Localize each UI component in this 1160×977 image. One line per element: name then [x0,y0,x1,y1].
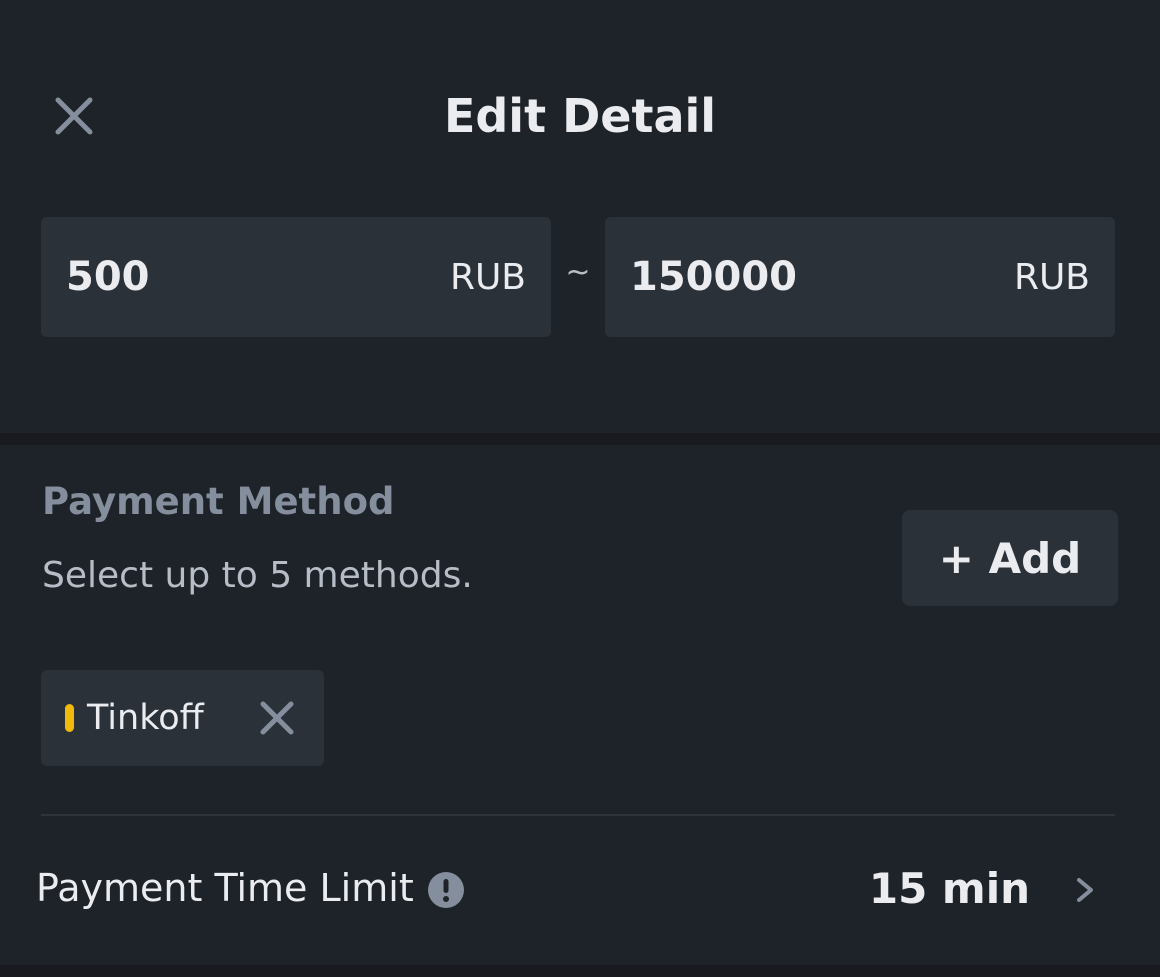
min-amount-input[interactable] [66,254,450,300]
close-icon [260,701,294,735]
range-separator: ~ [565,255,591,290]
payment-time-limit-row[interactable]: Payment Time Limit 15 min [0,840,1160,940]
payment-method-subtitle: Select up to 5 methods. [42,555,473,596]
max-amount-field[interactable]: RUB [605,217,1115,337]
payment-time-limit-label: Payment Time Limit [36,866,414,910]
info-icon[interactable] [427,871,465,909]
section-divider [0,433,1160,445]
payment-method-accent-bar [65,704,74,732]
payment-method-title: Payment Method [42,480,395,523]
close-icon [55,97,93,135]
remove-payment-method-button[interactable] [255,696,299,740]
row-divider [41,814,1115,816]
min-amount-field[interactable]: RUB [41,217,551,337]
add-payment-method-button[interactable]: + Add [902,510,1118,606]
payment-time-limit-value: 15 min [868,864,1030,913]
min-amount-unit: RUB [449,256,526,298]
close-button[interactable] [50,92,98,140]
bottom-edge [0,965,1160,977]
payment-method-chip: Tinkoff [41,670,324,766]
chevron-right-icon [1077,878,1093,902]
payment-method-label: Tinkoff [87,698,204,738]
max-amount-input[interactable] [630,254,1014,300]
max-amount-unit: RUB [1013,256,1090,298]
